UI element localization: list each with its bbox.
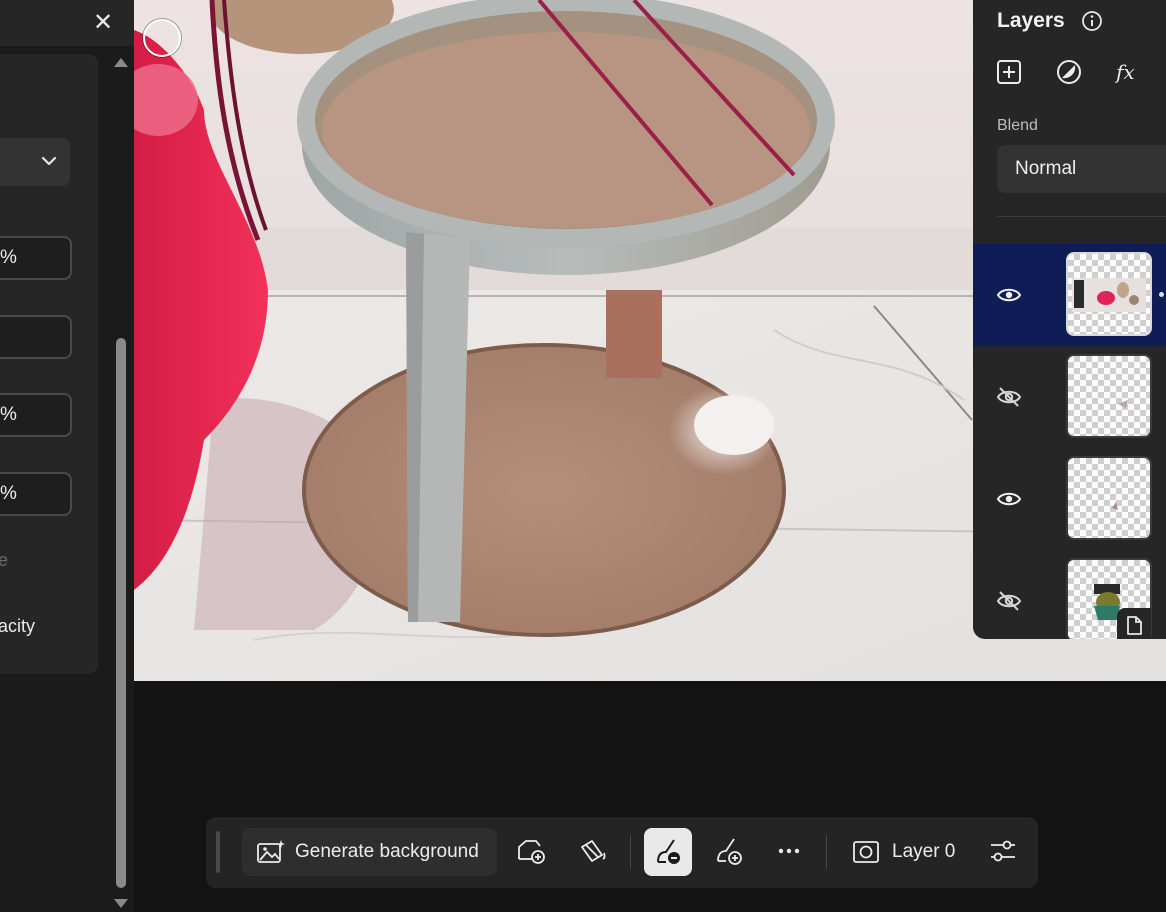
percent-field-4[interactable]: % (0, 472, 72, 516)
eye-icon[interactable] (996, 284, 1022, 306)
brush-cursor (143, 19, 181, 57)
layers-title: Layers (997, 9, 1065, 32)
brush-subtract-icon (657, 839, 680, 864)
fx-icon[interactable]: fx (1115, 58, 1143, 86)
properties-sliders-icon (991, 840, 1015, 862)
info-icon[interactable] (1081, 10, 1103, 32)
percent-field-1[interactable]: % (0, 236, 72, 280)
contextual-taskbar: Generate background Layer 0 (206, 817, 1038, 888)
properties-panel-header: ✕ (0, 0, 134, 46)
value-field-2[interactable] (0, 315, 72, 359)
properties-panel: ✕ % % % e acity (0, 0, 134, 912)
layer-row[interactable] (973, 448, 1166, 550)
layer-thumbnail (1066, 456, 1152, 540)
more-icon (778, 848, 800, 854)
separator (826, 835, 827, 869)
generate-image-add-icon (518, 840, 545, 864)
generate-background-label: Generate background (295, 841, 479, 862)
add-layer-icon[interactable] (995, 58, 1023, 86)
layer-icon (853, 841, 879, 863)
eye-hidden-icon[interactable] (996, 590, 1022, 612)
properties-card: % % % e acity (0, 54, 98, 674)
disabled-label: e (0, 550, 9, 570)
layer-thumbnail (1066, 252, 1152, 336)
scroll-up-arrow[interactable] (114, 58, 128, 67)
layer-thumbnail-image (1118, 400, 1128, 408)
close-icon[interactable]: ✕ (90, 9, 116, 35)
scrollbar-thumb[interactable] (116, 338, 126, 888)
properties-button[interactable] (982, 831, 1022, 873)
eye-hidden-icon[interactable] (996, 386, 1022, 408)
document-badge (1117, 608, 1151, 639)
add-brush-button[interactable] (708, 831, 748, 873)
layer-thumbnail-image (1072, 278, 1146, 312)
opacity-label: acity (0, 616, 36, 636)
separator (630, 835, 631, 869)
blend-mode-select[interactable]: Normal (997, 145, 1166, 193)
layer-row[interactable] (973, 346, 1166, 448)
generate-image-add-button[interactable] (510, 831, 550, 873)
layer-indicator-dot (1159, 292, 1164, 297)
percent-field-3[interactable]: % (0, 393, 72, 437)
paint-bucket-icon (581, 840, 606, 862)
more-options-button[interactable] (768, 831, 808, 873)
brush-add-icon (717, 838, 742, 865)
drag-handle[interactable] (216, 831, 220, 873)
fill-button[interactable] (572, 831, 612, 873)
layer-row[interactable] (973, 244, 1166, 346)
document-icon (1127, 616, 1142, 635)
blend-label: Blend (997, 117, 1038, 134)
divider (997, 216, 1166, 217)
generate-background-button[interactable]: Generate background (242, 828, 497, 876)
scroll-down-arrow[interactable] (114, 899, 128, 908)
layers-panel: Layers fx Blend Normal (973, 0, 1166, 639)
eye-icon[interactable] (996, 488, 1022, 510)
chevron-down-icon (41, 156, 57, 166)
subtract-brush-button[interactable] (644, 828, 692, 876)
layer-thumbnail (1066, 354, 1152, 438)
layer-name-label: Layer 0 (892, 841, 956, 862)
layer-thumbnail-image (1112, 502, 1118, 510)
generate-image-icon (257, 840, 285, 863)
current-layer-button[interactable]: Layer 0 (848, 828, 960, 876)
properties-dropdown[interactable] (0, 138, 70, 186)
svg-text:fx: fx (1115, 60, 1135, 84)
adjustment-layer-icon[interactable] (1055, 58, 1083, 86)
